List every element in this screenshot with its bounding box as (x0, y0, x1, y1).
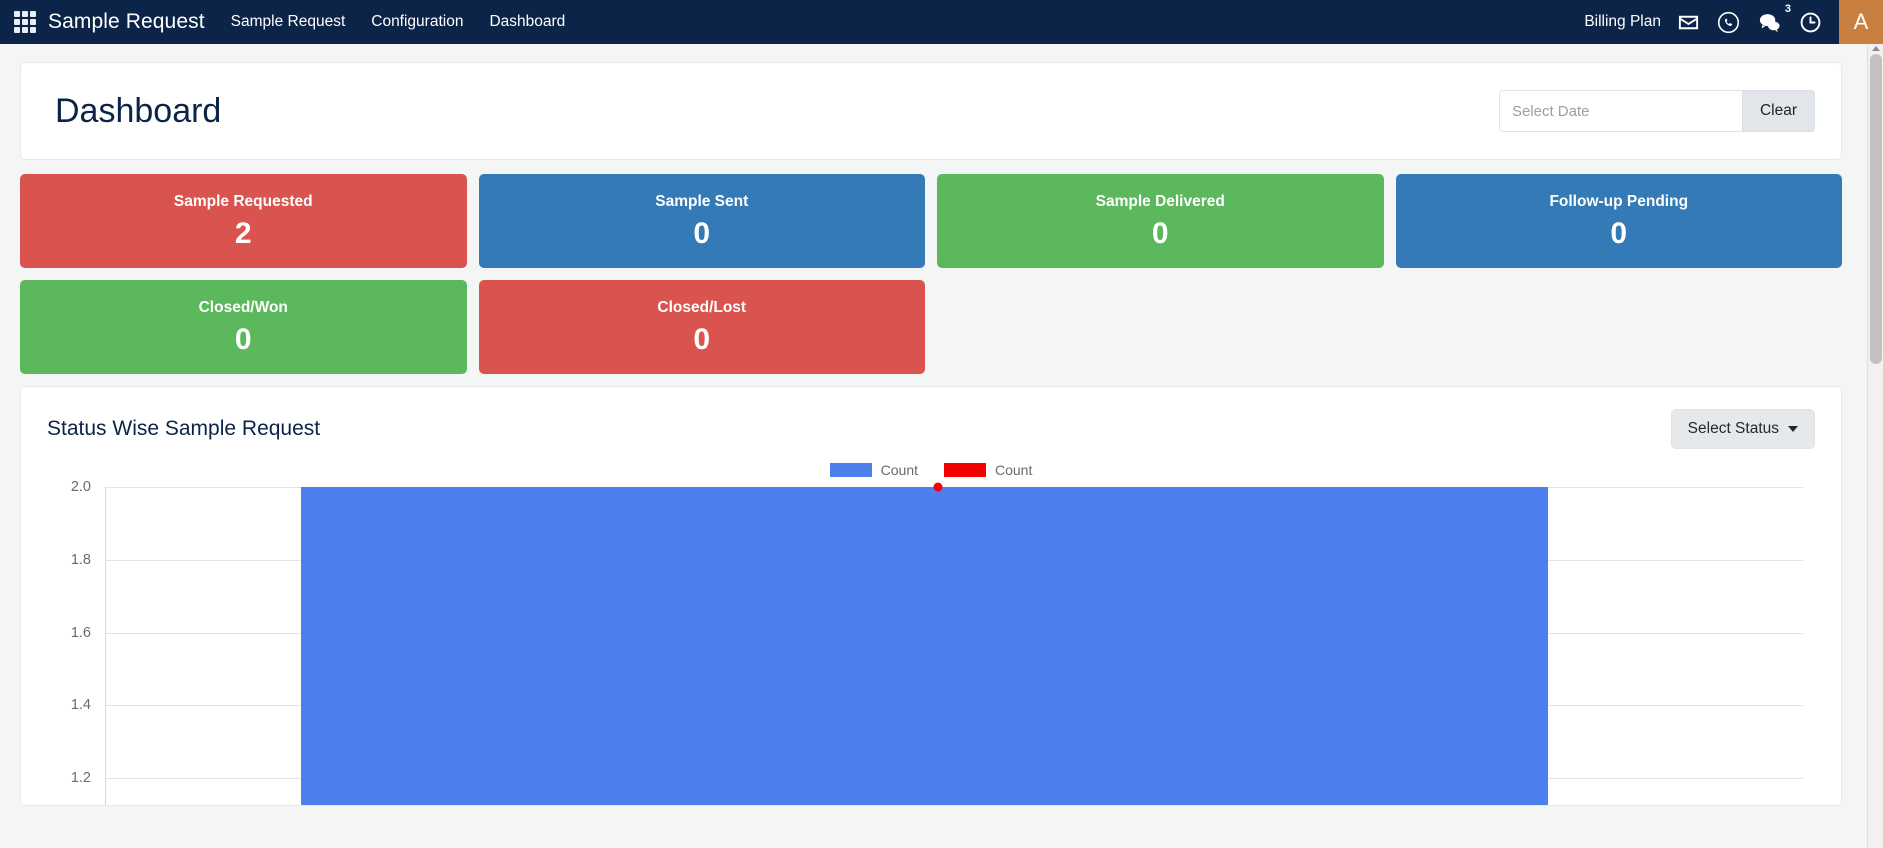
nav-link-dashboard[interactable]: Dashboard (489, 13, 565, 31)
grid-apps-icon[interactable] (14, 11, 36, 33)
y-axis-tick: 1.6 (70, 624, 91, 641)
stat-tile-value: 0 (693, 322, 711, 356)
stat-tile-follow-up-pending[interactable]: Follow-up Pending 0 (1395, 174, 1842, 268)
page-title: Dashboard (55, 91, 222, 130)
stat-tile-placeholder (1396, 280, 1843, 374)
nav-link-sample-request[interactable]: Sample Request (231, 13, 346, 31)
stat-tile-label: Closed/Lost (657, 299, 747, 317)
scroll-up-arrow-icon[interactable] (1872, 46, 1880, 51)
stat-tile-value: 0 (234, 322, 252, 356)
plot-area (105, 482, 1803, 805)
chat-icon[interactable]: 3 (1757, 3, 1791, 34)
clear-date-button[interactable]: Clear (1741, 90, 1815, 132)
y-axis-tick: 1.4 (70, 697, 91, 714)
select-status-dropdown[interactable]: Select Status (1670, 409, 1815, 449)
chart-legend: Count Count (47, 459, 1815, 481)
stat-tile-closed-lost[interactable]: Closed/Lost 0 (478, 280, 925, 374)
y-axis-tick: 1.8 (70, 551, 91, 568)
stat-tile-label: Sample Sent (655, 193, 749, 211)
marker-count-red[interactable] (933, 482, 943, 492)
stat-tiles-row-2: Closed/Won 0 Closed/Lost 0 (20, 280, 1842, 374)
legend-swatch (944, 463, 986, 477)
stat-tile-sample-sent[interactable]: Sample Sent 0 (478, 174, 925, 268)
status-wise-chart-card: Status Wise Sample Request Select Status… (20, 386, 1842, 806)
y-axis-tick: 2.0 (70, 479, 91, 495)
stat-tile-sample-delivered[interactable]: Sample Delivered 0 (937, 174, 1384, 268)
chevron-down-icon (1788, 426, 1798, 432)
top-navigation-bar: Sample Request Sample Request Configurat… (0, 0, 1883, 44)
vertical-scrollbar[interactable] (1867, 44, 1883, 848)
envelope-icon[interactable] (1677, 11, 1700, 34)
whatsapp-icon[interactable] (1717, 11, 1740, 34)
stat-tile-value: 2 (234, 216, 252, 250)
avatar[interactable]: A (1839, 0, 1883, 44)
legend-label: Count (995, 462, 1033, 478)
chart-title: Status Wise Sample Request (47, 417, 321, 440)
legend-item-count-red[interactable]: Count (944, 462, 1032, 478)
select-date-input[interactable] (1498, 90, 1742, 132)
legend-item-count-blue[interactable]: Count (829, 462, 918, 478)
clock-icon[interactable] (1799, 11, 1822, 34)
legend-swatch (829, 463, 872, 477)
brand-title: Sample Request (48, 10, 205, 33)
stat-tile-label: Sample Delivered (1095, 193, 1225, 211)
page-body: Dashboard Clear Sample Requested 2 Sampl… (0, 44, 1883, 848)
stat-tile-sample-requested[interactable]: Sample Requested 2 (20, 174, 467, 268)
y-axis-tick: 1.2 (70, 770, 91, 787)
chart-plot-wrapper: 2.0 1.8 1.6 1.4 1.2 1.0 (47, 479, 1815, 805)
y-axis: 2.0 1.8 1.6 1.4 1.2 1.0 (47, 479, 99, 805)
stat-tile-value: 0 (1151, 216, 1169, 250)
chat-unread-badge: 3 (1784, 2, 1791, 15)
stat-tile-placeholder (937, 280, 1384, 374)
bar-count-blue[interactable] (301, 487, 1549, 805)
stat-tile-closed-won[interactable]: Closed/Won 0 (20, 280, 467, 374)
stat-tile-value: 0 (693, 216, 711, 250)
stat-tile-label: Sample Requested (173, 193, 313, 211)
dashboard-header-card: Dashboard Clear (20, 62, 1842, 160)
stat-tile-label: Closed/Won (198, 299, 288, 317)
chart-header: Status Wise Sample Request Select Status (47, 409, 1815, 449)
scrollbar-thumb[interactable] (1870, 54, 1882, 364)
stat-tile-value: 0 (1610, 216, 1628, 250)
date-filter-group: Clear (1498, 90, 1815, 132)
select-status-label: Select Status (1687, 420, 1779, 437)
legend-label: Count (880, 462, 918, 478)
content-container: Dashboard Clear Sample Requested 2 Sampl… (20, 62, 1842, 806)
nav-link-configuration[interactable]: Configuration (371, 13, 463, 31)
stat-tiles-row-1: Sample Requested 2 Sample Sent 0 Sample … (20, 174, 1842, 268)
stat-tile-label: Follow-up Pending (1549, 193, 1689, 211)
billing-plan-link[interactable]: Billing Plan (1584, 13, 1661, 31)
